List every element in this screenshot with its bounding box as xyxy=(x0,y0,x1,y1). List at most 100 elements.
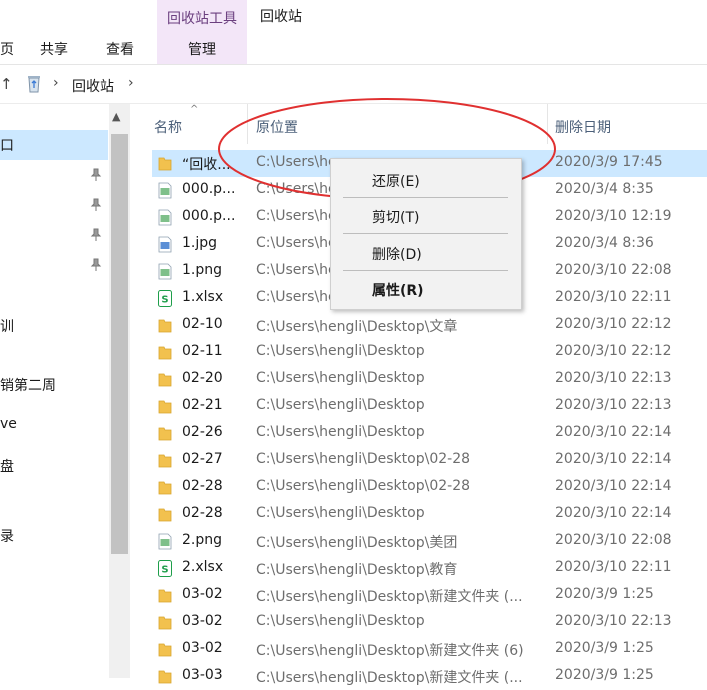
folder-icon xyxy=(158,479,172,496)
file-name: 2.xlsx xyxy=(182,559,224,575)
file-original-location: C:\Users\hengli\Desktop\02-28 xyxy=(256,478,471,494)
file-name: 000.p... xyxy=(182,208,236,224)
nav-item[interactable]: 录 xyxy=(0,526,14,546)
scroll-up-arrow-icon[interactable]: ▲ xyxy=(112,110,120,123)
file-delete-date: 2020/3/10 22:14 xyxy=(555,451,672,467)
table-row[interactable]: 03-02 C:\Users\hengli\Desktop\新建文件夹 (6) 20… xyxy=(152,636,707,663)
image-file-icon xyxy=(158,533,172,550)
table-row[interactable]: 02-11 C:\Users\hengli\Desktop 2020/3/10 22… xyxy=(152,339,707,366)
file-original-location: C:\Users\hengli\Desktop xyxy=(256,343,425,359)
folder-icon xyxy=(158,155,172,172)
file-delete-date: 2020/3/9 1:25 xyxy=(555,586,654,602)
table-row[interactable]: 02-20 C:\Users\hengli\Desktop 2020/3/10 22… xyxy=(152,366,707,393)
folder-icon xyxy=(158,371,172,388)
pin-icon xyxy=(90,168,102,181)
sort-ascending-icon: ^ xyxy=(190,104,199,115)
window-title: 回收站 xyxy=(260,9,302,25)
nav-item[interactable]: 训 xyxy=(0,316,14,336)
tab-view[interactable]: 查看 xyxy=(106,39,134,59)
folder-icon xyxy=(158,452,172,469)
file-name: 1.xlsx xyxy=(182,289,224,305)
folder-icon xyxy=(158,398,172,415)
table-row[interactable]: 02-28 C:\Users\hengli\Desktop\02-28 2020/3… xyxy=(152,474,707,501)
chevron-right-icon[interactable]: › xyxy=(128,75,134,91)
table-row[interactable]: 03-02 C:\Users\hengli\Desktop 2020/3/10 22… xyxy=(152,609,707,636)
file-delete-date: 2020/3/4 8:36 xyxy=(555,235,654,251)
file-name: 02-26 xyxy=(182,424,223,440)
table-row[interactable]: 02-28 C:\Users\hengli\Desktop 2020/3/10 22… xyxy=(152,501,707,528)
file-delete-date: 2020/3/10 22:12 xyxy=(555,316,672,332)
up-arrow-icon[interactable]: ↑ xyxy=(0,75,13,93)
table-row[interactable]: S 2.xlsx C:\Users\hengli\Desktop\教育 2020/3/… xyxy=(152,555,707,582)
file-name: 02-20 xyxy=(182,370,223,386)
svg-text:S: S xyxy=(161,295,168,306)
tab-share[interactable]: 共享 xyxy=(40,39,68,59)
pin-icon xyxy=(90,198,102,211)
table-row[interactable]: 02-27 C:\Users\hengli\Desktop\02-28 2020/3… xyxy=(152,447,707,474)
file-original-location: C:\Users\hengli\Desktop\新建文件夹 (... xyxy=(256,670,523,686)
tab-home[interactable]: 页 xyxy=(0,39,14,59)
breadcrumb-recycle-bin[interactable]: 回收站 xyxy=(72,76,114,96)
spreadsheet-icon: S xyxy=(158,290,172,307)
nav-scrollbar-thumb[interactable] xyxy=(111,134,128,554)
file-original-location: C:\Users\hengli\Desktop\文章 xyxy=(256,319,458,335)
folder-icon xyxy=(158,425,172,442)
file-delete-date: 2020/3/10 22:11 xyxy=(555,289,672,305)
table-row[interactable]: 02-26 C:\Users\hengli\Desktop 2020/3/10 22… xyxy=(152,420,707,447)
file-name: 03-02 xyxy=(182,640,223,656)
file-name: 03-02 xyxy=(182,586,223,602)
folder-icon xyxy=(158,614,172,631)
table-row[interactable]: 03-02 C:\Users\hengli\Desktop\新建文件夹 (... 2… xyxy=(152,582,707,609)
file-original-location: C:\Users\hengli\Desktop xyxy=(256,397,425,413)
file-name: 02-21 xyxy=(182,397,223,413)
file-original-location: C:\Users\hengli\Desktop\美团 xyxy=(256,535,458,551)
tab-manage[interactable]: 管理 xyxy=(157,39,247,59)
table-row[interactable]: 03-03 C:\Users\hengli\Desktop\新建文件夹 (... 2… xyxy=(152,663,707,690)
file-name: 02-27 xyxy=(182,451,223,467)
file-delete-date: 2020/3/10 12:19 xyxy=(555,208,672,224)
recycle-bin-icon xyxy=(28,76,40,93)
folder-icon xyxy=(158,668,172,685)
file-delete-date: 2020/3/10 22:08 xyxy=(555,532,672,548)
file-name: 1.jpg xyxy=(182,235,218,251)
nav-item[interactable]: 盘 xyxy=(0,456,14,476)
svg-text:S: S xyxy=(161,565,168,576)
file-delete-date: 2020/3/10 22:08 xyxy=(555,262,672,278)
table-row[interactable]: 02-21 C:\Users\hengli\Desktop 2020/3/10 22… xyxy=(152,393,707,420)
file-delete-date: 2020/3/10 22:12 xyxy=(555,343,672,359)
file-delete-date: 2020/3/10 22:14 xyxy=(555,424,672,440)
recycle-bin-tools-title[interactable]: 回收站工具 xyxy=(157,8,247,28)
folder-icon xyxy=(158,344,172,361)
menu-item-properties[interactable]: 属性(R) xyxy=(372,280,424,300)
file-original-location: C:\Users\hengli\Desktop xyxy=(256,613,425,629)
file-name: 02-28 xyxy=(182,505,223,521)
table-row[interactable]: 02-10 C:\Users\hengli\Desktop\文章 2020/3/10… xyxy=(152,312,707,339)
image-file-icon xyxy=(158,209,172,226)
file-original-location: C:\Users\hengli\Desktop xyxy=(256,424,425,440)
file-delete-date: 2020/3/10 22:14 xyxy=(555,478,672,494)
file-name: 03-03 xyxy=(182,667,223,683)
column-header-name[interactable]: 名称 xyxy=(154,117,182,137)
nav-item[interactable]: ve xyxy=(0,416,17,432)
file-delete-date: 2020/3/9 17:45 xyxy=(555,154,663,170)
file-delete-date: 2020/3/10 22:13 xyxy=(555,613,672,629)
nav-selected-item[interactable]: 口 xyxy=(0,130,108,160)
menu-item-restore[interactable]: 还原(E) xyxy=(372,171,420,191)
menu-item-cut[interactable]: 剪切(T) xyxy=(372,207,419,227)
ribbon: 页 共享 查看 回收站工具 管理 回收站 xyxy=(0,0,707,65)
folder-icon xyxy=(158,587,172,604)
file-name: 2.png xyxy=(182,532,223,548)
nav-item[interactable]: 销第二周 xyxy=(0,375,56,395)
column-header-date[interactable]: 删除日期 xyxy=(555,117,611,137)
file-name: 03-02 xyxy=(182,613,223,629)
menu-item-delete[interactable]: 删除(D) xyxy=(372,244,422,264)
table-row[interactable]: 2.png C:\Users\hengli\Desktop\美团 2020/3/10… xyxy=(152,528,707,555)
file-original-location: C:\Users\hengli\Desktop\02-28 xyxy=(256,451,471,467)
context-menu: 还原(E) 剪切(T) 删除(D) 属性(R) xyxy=(330,158,522,310)
file-name: 02-11 xyxy=(182,343,223,359)
pin-icon xyxy=(90,228,102,241)
file-delete-date: 2020/3/10 22:13 xyxy=(555,397,672,413)
file-original-location: C:\Users\hengli\Desktop\新建文件夹 (6) xyxy=(256,643,524,659)
chevron-right-icon[interactable]: › xyxy=(53,75,59,91)
file-original-location: C:\Users\hengli\Desktop xyxy=(256,370,425,386)
